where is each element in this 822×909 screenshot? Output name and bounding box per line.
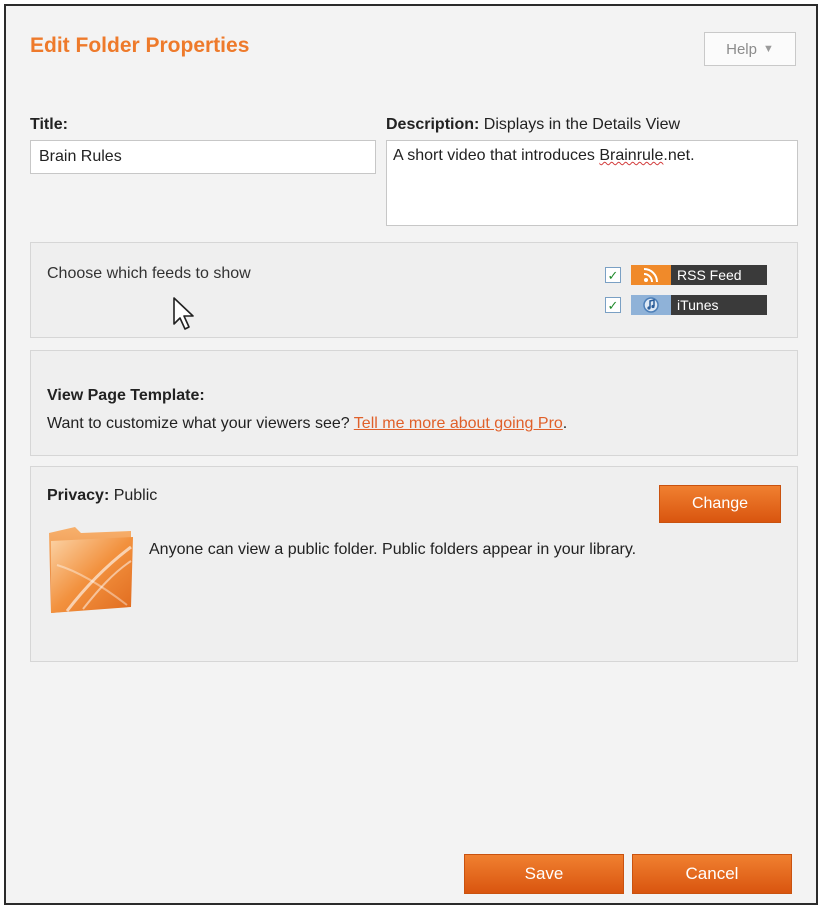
privacy-value: Public <box>109 487 158 504</box>
template-trail: . <box>562 415 568 432</box>
help-label: Help <box>726 40 757 58</box>
help-button[interactable]: Help ▼ <box>704 32 796 66</box>
privacy-panel: Privacy: Public Change Anyone can view a… <box>30 466 798 662</box>
folder-icon <box>47 525 135 620</box>
mouse-cursor-icon <box>172 296 198 337</box>
rss-feed-badge[interactable]: RSS Feed <box>631 265 767 285</box>
save-button[interactable]: Save <box>464 854 624 894</box>
title-input[interactable]: Brain Rules <box>30 140 376 174</box>
description-hint: Displays in the Details View <box>479 116 681 133</box>
description-label-text: Description: <box>386 116 480 133</box>
template-heading: View Page Template: <box>47 387 205 404</box>
rss-feed-label: RSS Feed <box>671 265 767 285</box>
template-panel: View Page Template: Want to customize wh… <box>30 350 798 456</box>
dialog-title: Edit Folder Properties <box>30 34 250 57</box>
change-privacy-button[interactable]: Change <box>659 485 781 523</box>
template-text: Want to customize what your viewers see?… <box>47 415 567 433</box>
cancel-button[interactable]: Cancel <box>632 854 792 894</box>
edit-folder-dialog: Edit Folder Properties Help ▼ Title: Bra… <box>4 4 818 905</box>
description-text-misspelled: Brainrule <box>599 147 664 164</box>
feeds-panel: Choose which feeds to show ✓ RSS Feed ✓ <box>30 242 798 338</box>
itunes-icon <box>631 295 671 315</box>
rss-checkbox[interactable]: ✓ <box>605 267 621 283</box>
itunes-feed-badge[interactable]: iTunes <box>631 295 767 315</box>
description-label: Description: Displays in the Details Vie… <box>386 116 680 134</box>
feed-row-rss: ✓ RSS Feed <box>605 265 767 285</box>
go-pro-link[interactable]: Tell me more about going Pro <box>354 415 563 432</box>
privacy-label-text: Privacy: <box>47 487 110 504</box>
description-textarea[interactable]: A short video that introduces Brainrule.… <box>386 140 798 226</box>
title-label-text: Title: <box>30 116 68 133</box>
privacy-description: Anyone can view a public folder. Public … <box>149 541 637 558</box>
template-question: Want to customize what your viewers see? <box>47 415 354 432</box>
description-text-post: .net. <box>663 147 695 164</box>
privacy-label: Privacy: Public <box>47 487 157 505</box>
description-text-pre: A short video that introduces <box>393 147 600 164</box>
title-label: Title: <box>30 116 68 134</box>
feeds-prompt: Choose which feeds to show <box>47 265 251 282</box>
feed-row-itunes: ✓ iTunes <box>605 295 767 315</box>
itunes-checkbox[interactable]: ✓ <box>605 297 621 313</box>
itunes-feed-label: iTunes <box>671 295 767 315</box>
rss-icon <box>631 265 671 285</box>
chevron-down-icon: ▼ <box>762 43 774 55</box>
